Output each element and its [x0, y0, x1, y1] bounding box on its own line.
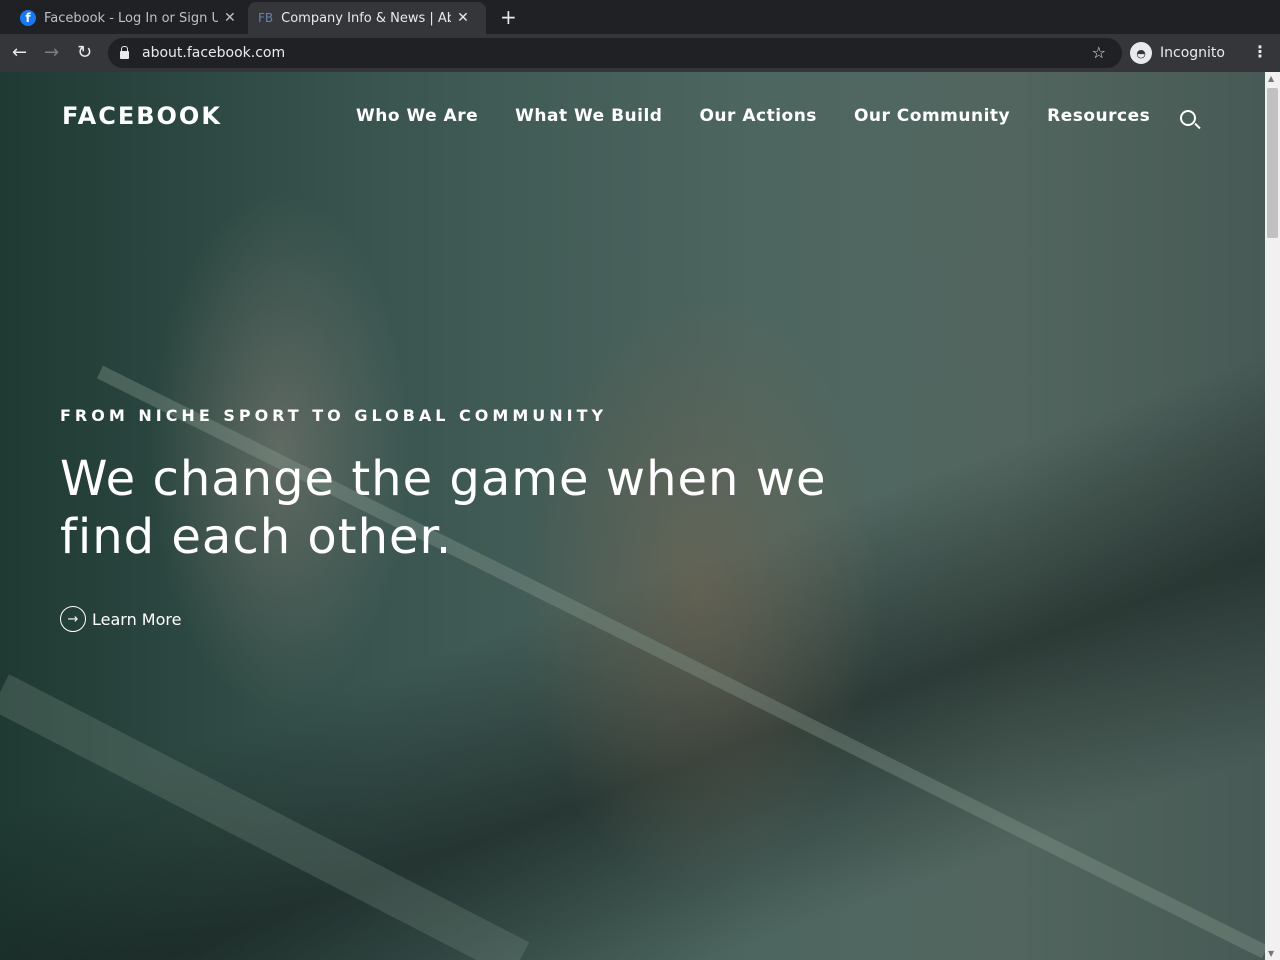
incognito-badge[interactable]: ◓ Incognito [1130, 39, 1225, 67]
browser-menu-icon[interactable]: ⋮ [1252, 42, 1268, 61]
hero-section: FACEBOOK Who We Are What We Build Our Ac… [0, 72, 1265, 960]
stair-railing [0, 674, 530, 960]
new-tab-button[interactable]: + [500, 5, 517, 29]
browser-toolbar: ← → ↻ about.facebook.com ☆ ◓ Incognito ⋮ [0, 34, 1280, 72]
main-nav: Who We Are What We Build Our Actions Our… [356, 106, 1150, 126]
search-icon[interactable] [1180, 110, 1196, 126]
bookmark-star-icon[interactable]: ☆ [1092, 43, 1106, 62]
facebook-logo[interactable]: FACEBOOK [62, 102, 222, 130]
nav-who-we-are[interactable]: Who We Are [356, 106, 478, 126]
nav-our-community[interactable]: Our Community [854, 106, 1010, 126]
lock-icon [120, 46, 129, 59]
profile-label: Incognito [1160, 45, 1225, 61]
close-tab-icon[interactable]: ✕ [457, 10, 469, 26]
scroll-down-icon[interactable]: ▼ [1268, 949, 1274, 958]
tab-title: Facebook - Log In or Sign Up [44, 10, 218, 26]
tab-title: Company Info & News | About Facebook [281, 10, 452, 26]
tab-facebook-login[interactable]: f Facebook - Log In or Sign Up ✕ [10, 2, 246, 34]
incognito-icon: ◓ [1130, 42, 1152, 64]
arrow-right-circle-icon: → [60, 606, 86, 632]
scrollbar-thumb[interactable] [1267, 88, 1278, 238]
facebook-favicon-icon: f [20, 10, 36, 26]
nav-our-actions[interactable]: Our Actions [699, 106, 816, 126]
address-bar[interactable]: about.facebook.com ☆ [108, 38, 1122, 68]
scroll-up-icon[interactable]: ▲ [1268, 74, 1274, 83]
back-icon[interactable]: ← [12, 42, 27, 63]
hero-headline: We change the game when we find each oth… [60, 451, 827, 565]
forward-icon[interactable]: → [44, 42, 59, 63]
hero-eyebrow: FROM NICHE SPORT TO GLOBAL COMMUNITY [60, 406, 608, 425]
reload-icon[interactable]: ↻ [77, 42, 92, 63]
learn-more-label: Learn More [92, 609, 182, 629]
nav-what-we-build[interactable]: What We Build [515, 106, 662, 126]
learn-more-link[interactable]: → Learn More [60, 606, 181, 632]
tab-strip: f Facebook - Log In or Sign Up ✕ FB Comp… [0, 0, 1280, 34]
fb-favicon-icon: FB [258, 11, 274, 25]
url-text: about.facebook.com [142, 45, 286, 61]
nav-resources[interactable]: Resources [1047, 106, 1150, 126]
tab-about-facebook[interactable]: FB Company Info & News | About Facebook … [248, 2, 486, 34]
scrollbar[interactable]: ▲ ▼ [1265, 72, 1280, 960]
close-tab-icon[interactable]: ✕ [224, 10, 236, 26]
